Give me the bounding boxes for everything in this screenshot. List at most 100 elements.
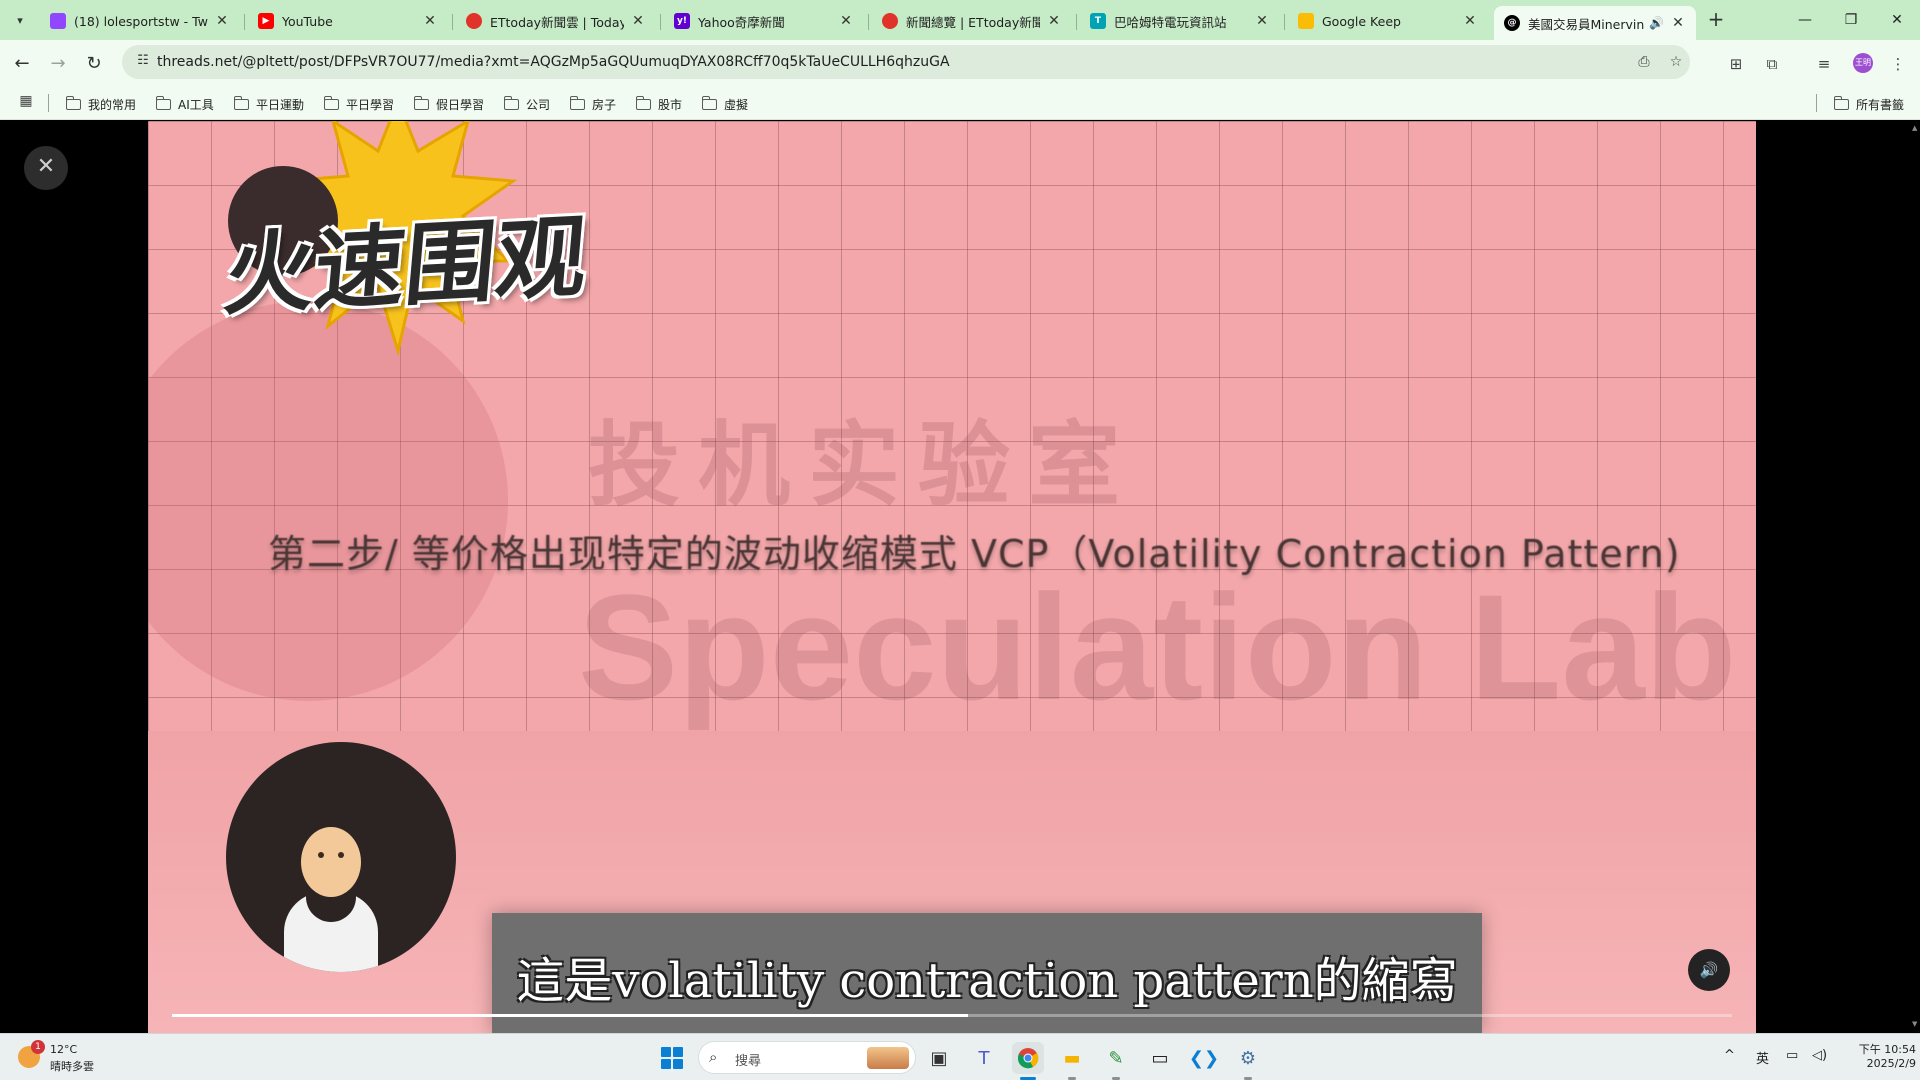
bookmarks-bar: ▦ 我的常用 AI工具 平日運動 平日學習 假日學習 公司 房子 股市 虛擬 所… (0, 86, 1920, 120)
bookmark-folder[interactable]: 我的常用 (65, 94, 136, 114)
folder-icon (413, 95, 429, 110)
minimize-button[interactable]: — (1785, 6, 1825, 34)
terminal-icon[interactable]: ▭ (1144, 1042, 1176, 1074)
video-step-text: 第二步/ 等价格出现特定的波动收缩模式 VCP（Volatility Contr… (268, 532, 1681, 576)
address-bar[interactable]: ☷ threads.net/@pltett/post/DFPsVR7OU77/m… (122, 45, 1690, 79)
close-tab-icon[interactable]: ✕ (422, 13, 438, 29)
close-tab-icon[interactable]: ✕ (1254, 13, 1270, 29)
all-bookmarks-folder[interactable]: 所有書籤 (1833, 94, 1904, 114)
profile-avatar[interactable]: 王明 (1853, 53, 1873, 73)
keep-icon (1298, 13, 1314, 29)
extensions-icon[interactable]: ⧉ (1760, 52, 1784, 76)
bookmark-folder[interactable]: 股市 (635, 94, 682, 114)
bookmark-folder[interactable]: 平日學習 (323, 94, 394, 114)
folder-icon (323, 95, 339, 110)
forward-button[interactable]: → (44, 50, 72, 78)
character-avatar (226, 742, 456, 972)
task-view-icon[interactable]: ▣ (923, 1042, 955, 1074)
folder-icon (701, 95, 717, 110)
start-button[interactable] (661, 1047, 683, 1069)
new-tab-button[interactable]: + (1704, 8, 1728, 32)
teams-icon[interactable]: T (968, 1042, 1000, 1074)
window-close-button[interactable]: ✕ (1877, 6, 1917, 34)
taskbar-search[interactable]: ⌕ 搜尋 (698, 1041, 916, 1074)
video-player[interactable]: 投机实验室 Speculation Lab 火速围观 第二步/ 等价格出现特定的… (148, 121, 1756, 1033)
install-app-icon[interactable]: ⎙ (1634, 52, 1654, 72)
taskbar: 1 12°C 晴時多雲 ⌕ 搜尋 ▣ T ▬ ✎ ▭ ❮❯ ⚙ ^ 英 ▭ ◁)… (0, 1033, 1920, 1080)
bookmark-star-icon[interactable]: ☆ (1666, 52, 1686, 72)
bookmark-folder[interactable]: 假日學習 (413, 94, 484, 114)
video-progress-fill (172, 1014, 968, 1017)
url-text[interactable]: threads.net/@pltett/post/DFPsVR7OU77/med… (157, 54, 950, 70)
tab-youtube[interactable]: ▶ YouTube ✕ (248, 6, 448, 36)
scroll-up-arrow[interactable]: ▲ (1912, 124, 1917, 132)
close-media-button[interactable]: ✕ (24, 146, 68, 190)
restore-button[interactable]: ❐ (1831, 6, 1871, 34)
tab-google-keep[interactable]: Google Keep ✕ (1288, 6, 1488, 36)
video-progress-bar[interactable] (172, 1014, 1732, 1017)
close-tab-icon[interactable]: ✕ (214, 13, 230, 29)
translate-icon[interactable]: ⊞ (1724, 52, 1748, 76)
browser-toolbar: ← → ↻ ☷ threads.net/@pltett/post/DFPsVR7… (0, 40, 1920, 86)
bookmark-folder[interactable]: 平日運動 (233, 94, 304, 114)
folder-icon (155, 95, 171, 110)
scroll-down-arrow[interactable]: ▼ (1912, 1020, 1917, 1028)
watermark-en: Speculation Lab (578, 563, 1737, 731)
bookmark-folder[interactable]: 公司 (503, 94, 550, 114)
settings-icon[interactable]: ⚙ (1232, 1042, 1264, 1074)
menu-icon[interactable]: ⋮ (1886, 52, 1910, 76)
tab-title: YouTube (282, 13, 333, 29)
site-info-icon[interactable]: ☷ (134, 53, 152, 71)
chrome-icon[interactable] (1012, 1042, 1044, 1074)
notepad-icon[interactable]: ✎ (1100, 1042, 1132, 1074)
ime-indicator[interactable]: 英 (1756, 1048, 1769, 1067)
youtube-icon: ▶ (258, 13, 274, 29)
clock-time[interactable]: 下午 10:54 (1836, 1041, 1916, 1057)
file-explorer-icon[interactable]: ▬ (1056, 1042, 1088, 1074)
close-tab-icon[interactable]: ✕ (630, 13, 646, 29)
tab-title: 美國交易員Minervini (1528, 16, 1646, 32)
bookmark-folder[interactable]: 房子 (569, 94, 616, 114)
tab-title: ETtoday新聞雲 | Today is (490, 14, 624, 30)
speaker-icon: 🔊 (1699, 961, 1719, 979)
media-control-icon[interactable]: ≡ (1812, 52, 1836, 76)
close-tab-icon[interactable]: ✕ (1046, 13, 1062, 29)
watermark-cn: 投机实验室 (588, 412, 1139, 519)
folder-icon (635, 95, 651, 110)
tab-ettoday[interactable]: ETtoday新聞雲 | Today is ✕ (456, 6, 656, 36)
tab-threads-active[interactable]: @ 美國交易員Minervini 🔊 ✕ (1494, 6, 1696, 40)
tab-title: (18) lolesportstw - Twitch (74, 13, 208, 29)
folder-icon (65, 95, 81, 110)
bookmark-folder[interactable]: AI工具 (155, 94, 214, 114)
bahamut-icon: T (1090, 13, 1106, 29)
ettoday-icon (466, 13, 482, 29)
weather-temp[interactable]: 12°C (50, 1043, 77, 1056)
speaker-icon[interactable]: 🔊 (1649, 16, 1664, 30)
vscode-icon[interactable]: ❮❯ (1188, 1042, 1220, 1074)
tab-yahoo[interactable]: y! Yahoo奇摩新聞 ✕ (664, 6, 864, 36)
back-button[interactable]: ← (8, 50, 36, 78)
volume-icon[interactable]: ◁) (1812, 1048, 1827, 1063)
reload-button[interactable]: ↻ (80, 50, 108, 78)
weather-desc[interactable]: 晴時多雲 (50, 1058, 94, 1074)
apps-grid-icon[interactable]: ▦ (16, 93, 36, 113)
yahoo-icon: y! (674, 13, 690, 29)
chevron-down-icon: ▾ (17, 13, 23, 27)
search-placeholder: 搜尋 (735, 1054, 762, 1069)
folder-icon (233, 95, 249, 110)
tab-search-button[interactable]: ▾ (8, 8, 32, 32)
volume-button[interactable]: 🔊 (1688, 949, 1730, 991)
close-tab-icon[interactable]: ✕ (1670, 15, 1686, 31)
bookmark-folder[interactable]: 虛擬 (701, 94, 748, 114)
tab-ettoday-news[interactable]: 新聞總覽 | ETtoday新聞雲 ✕ (872, 6, 1072, 36)
tab-title: 新聞總覽 | ETtoday新聞雲 (906, 14, 1040, 30)
chevron-up-icon[interactable]: ^ (1724, 1048, 1735, 1063)
close-tab-icon[interactable]: ✕ (838, 13, 854, 29)
close-tab-icon[interactable]: ✕ (1462, 13, 1478, 29)
tab-bahamut[interactable]: T 巴哈姆特電玩資訊站 ✕ (1080, 6, 1280, 36)
tab-strip: ▾ (18) lolesportstw - Twitch ✕ ▶ YouTube… (0, 0, 1920, 40)
network-icon[interactable]: ▭ (1786, 1048, 1798, 1063)
clock-date[interactable]: 2025/2/9 (1836, 1057, 1916, 1070)
tab-twitch[interactable]: (18) lolesportstw - Twitch ✕ (40, 6, 240, 36)
tab-title: 巴哈姆特電玩資訊站 (1114, 14, 1227, 30)
